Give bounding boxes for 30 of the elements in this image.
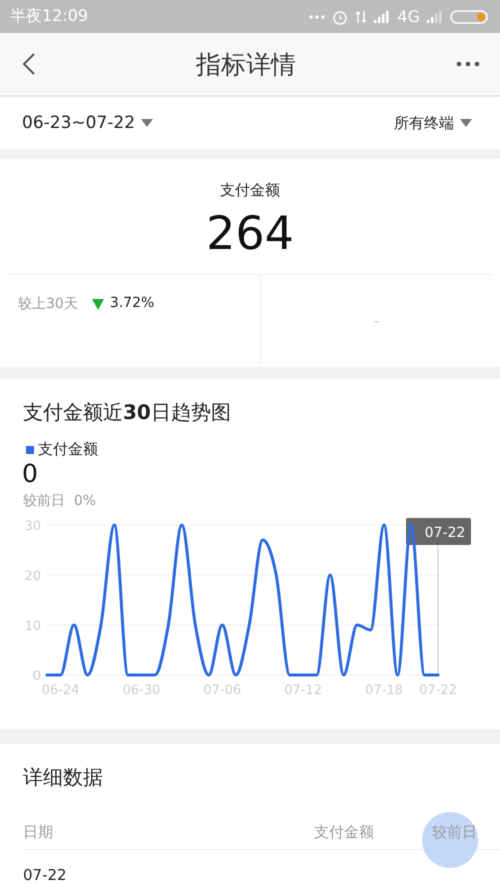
caret-icon <box>141 119 154 127</box>
change-percent: 3.72% <box>110 295 154 311</box>
more-icon[interactable] <box>456 61 480 67</box>
signal-icon <box>427 10 443 22</box>
more-dots-icon <box>309 14 326 20</box>
status-time: 半夜12:09 <box>10 6 88 27</box>
chart-title: 支付金额近30日趋势图 <box>23 399 232 426</box>
daily-value: 0 <box>22 459 39 488</box>
compare-label: 较上30天 <box>18 295 78 313</box>
column-header: 支付金额 <box>314 822 375 842</box>
back-icon[interactable] <box>22 52 36 76</box>
network-type: 4G <box>397 7 420 26</box>
page-title: 指标详情 <box>196 48 296 80</box>
column-header: 日期 <box>23 822 54 842</box>
legend-label: 支付金额 <box>38 440 98 459</box>
metric-label: 支付金额 <box>220 181 280 200</box>
date-cell: 07-22 <box>23 866 67 884</box>
terminal-dropdown[interactable]: 所有终端 <box>394 114 472 132</box>
caret-icon <box>460 119 472 127</box>
column-header: 较前日 <box>432 822 478 842</box>
metric-value: 264 <box>206 206 294 260</box>
battery-icon <box>450 8 490 24</box>
alarm-icon <box>332 8 348 24</box>
daily-compare: 较前日 0% <box>23 492 98 510</box>
signal-icon <box>374 10 390 22</box>
data-arrows-icon <box>355 10 368 24</box>
empty-value: – <box>373 314 380 328</box>
date-tooltip: 07-22 <box>406 518 471 545</box>
date-range-dropdown[interactable]: 06-23~07-22 <box>22 113 154 133</box>
section-title: 详细数据 <box>23 764 104 791</box>
